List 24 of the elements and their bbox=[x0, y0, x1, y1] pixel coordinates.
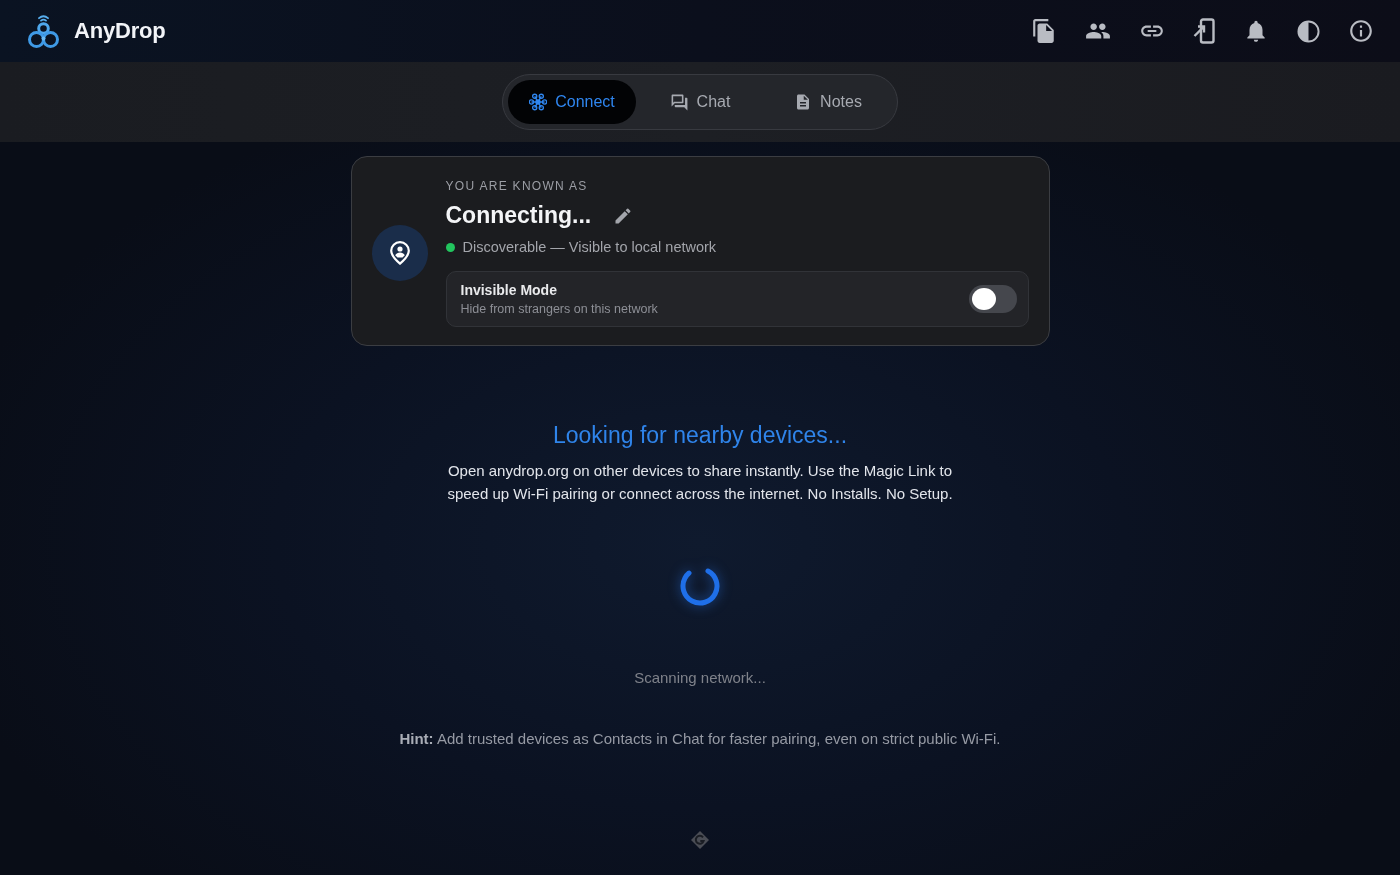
logo-icon bbox=[27, 13, 60, 49]
tab[interactable]: Notes bbox=[764, 80, 892, 124]
contrast-icon[interactable] bbox=[1297, 19, 1320, 43]
person-pin-icon bbox=[389, 241, 410, 265]
invisible-mode-switch[interactable] bbox=[968, 285, 1017, 313]
phone-arrow-icon[interactable] bbox=[1193, 18, 1215, 44]
app-name: AnyDrop bbox=[74, 18, 166, 44]
status-text: Discoverable — Visible to local network bbox=[462, 239, 717, 255]
copy-icon[interactable] bbox=[1031, 18, 1057, 44]
hint-text: Hint: Add trusted devices as Contacts in Chat for faster pairing, even on strict public Wi-Fi. bbox=[399, 730, 1001, 747]
scanning-status: Scanning network... bbox=[634, 669, 766, 686]
invisible-mode-title: Invisible Mode bbox=[460, 282, 558, 298]
hub-icon bbox=[529, 93, 548, 111]
search-description: Open anydrop.org on other devices to share instantly. Use the Magic Link to speed up Wi-Fi pairing or connect across the internet. No Installs. No Setup. bbox=[446, 461, 954, 504]
chat-bubbles-icon bbox=[669, 92, 689, 112]
device-name: Connecting... bbox=[445, 202, 592, 229]
identity-caption: YOU ARE KNOWN AS bbox=[445, 179, 589, 193]
spinner-icon bbox=[679, 565, 721, 607]
search-title: Looking for nearby devices... bbox=[552, 422, 848, 449]
tab[interactable]: Connect bbox=[508, 80, 636, 124]
invisible-mode-description: Hide from strangers on this network bbox=[460, 302, 658, 316]
tab[interactable]: Chat bbox=[636, 80, 764, 124]
info-icon[interactable] bbox=[1348, 18, 1374, 44]
footer-logo-icon bbox=[690, 830, 710, 850]
